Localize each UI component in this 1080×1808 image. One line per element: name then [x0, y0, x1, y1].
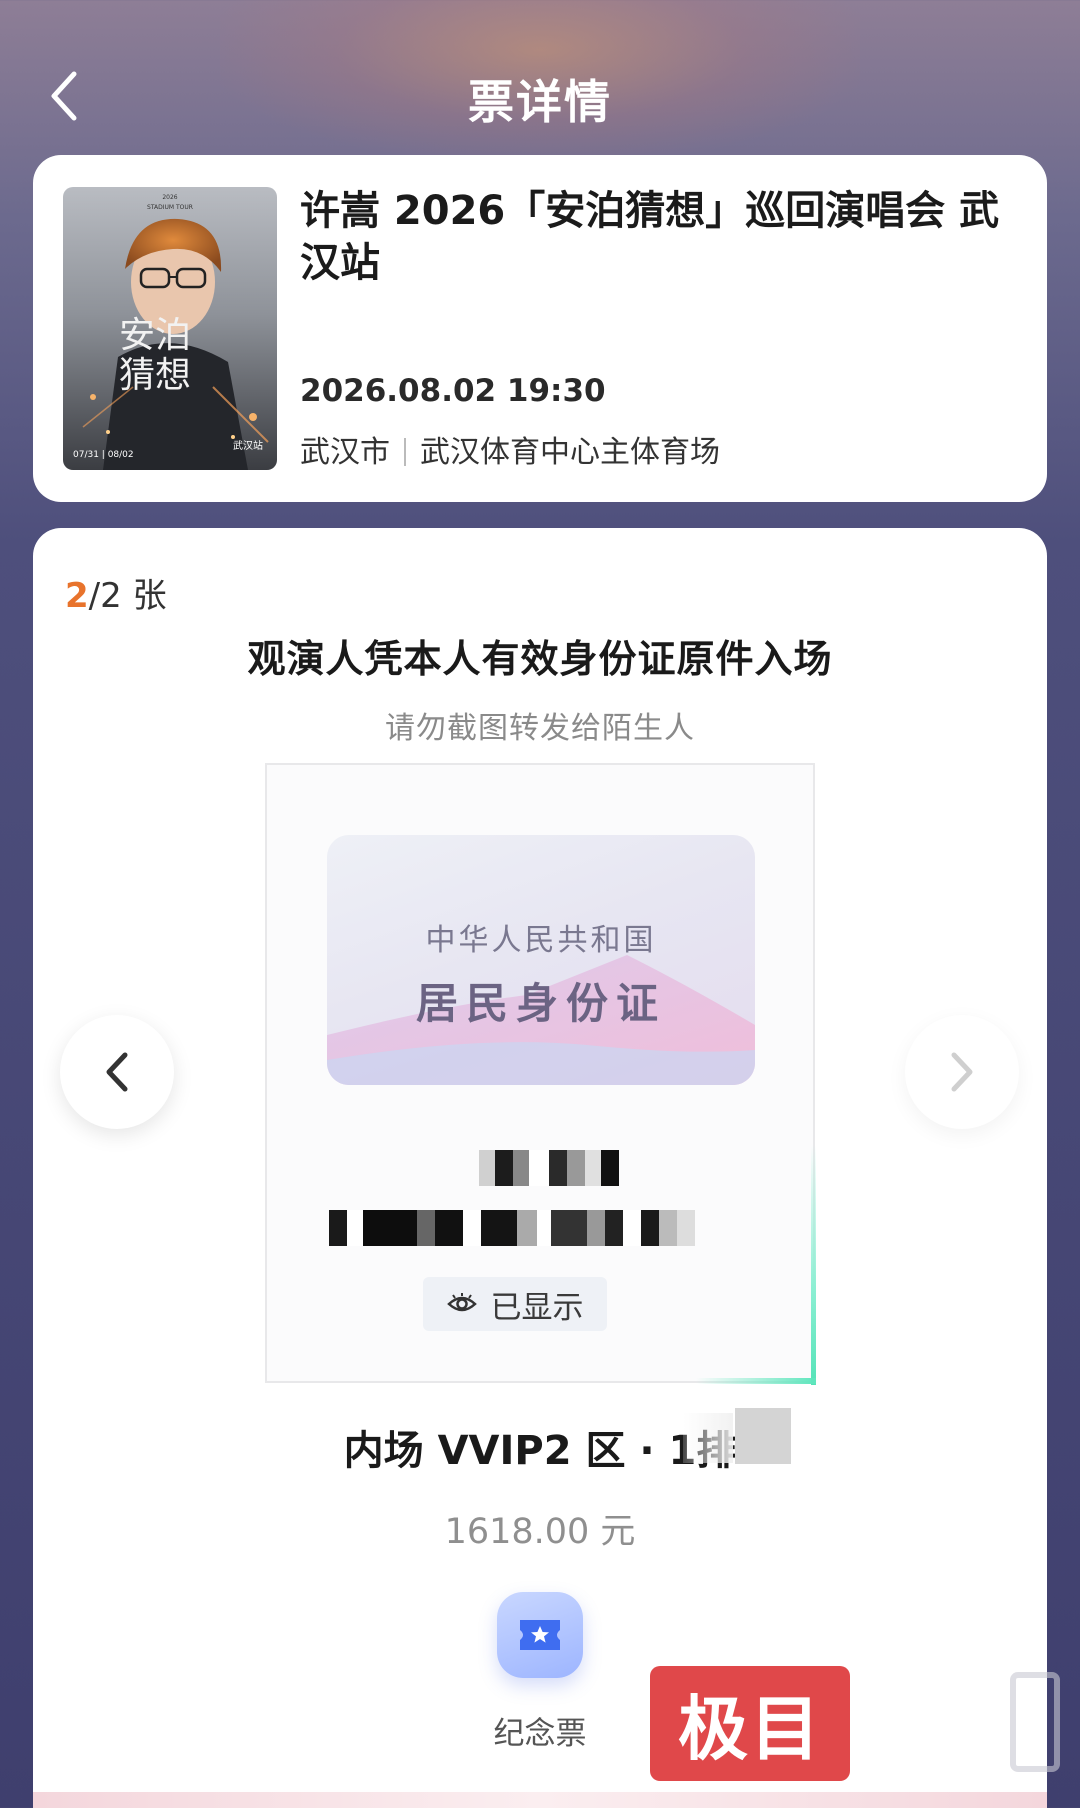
id-type-label: 居民身份证: [415, 979, 666, 1028]
masked-id-number: [329, 1210, 695, 1246]
ticket-price: 1618.00 元: [444, 1512, 636, 1552]
event-datetime: 2026.08.02 19:30: [300, 373, 606, 409]
bottom-banner-edge: [33, 1792, 1047, 1808]
shown-label: 已显示: [490, 1289, 584, 1326]
location-divider: [404, 438, 406, 466]
poster-title-line2: 猜想: [119, 355, 191, 396]
watermark-text: 极目: [678, 1688, 822, 1770]
poster-tour-label: STADIUM TOUR: [147, 204, 193, 211]
ticket-card: 2/2 张 观演人凭本人有效身份证原件入场 请勿截图转发给陌生人 中华人民共和国…: [33, 528, 1047, 1808]
overlay-ghost-icon: [1010, 1672, 1060, 1772]
entry-note: 观演人凭本人有效身份证原件入场: [247, 637, 833, 681]
id-card-graphic: 中华人民共和国 居民身份证: [327, 835, 755, 1085]
souvenir-ticket-label: 纪念票: [493, 1716, 587, 1752]
event-poster[interactable]: 2026 STADIUM TOUR 安泊 猜想 07/31 | 08/02 武汉…: [63, 187, 277, 470]
shown-toggle-button[interactable]: 已显示: [423, 1277, 607, 1331]
poster-dates: 07/31 | 08/02: [73, 450, 134, 460]
watermark-logo: 极目: [650, 1666, 850, 1781]
ticket-counter: 2/2 张: [65, 568, 167, 617]
ticket-current-index: 2: [65, 576, 89, 616]
seat-info: 内场 VVIP2 区 · 1排: [343, 1428, 737, 1474]
event-city: 武汉市: [300, 435, 390, 470]
previous-ticket-button[interactable]: [60, 1015, 174, 1129]
masked-holder-name: [479, 1150, 619, 1186]
ticket-star-icon: [520, 1620, 560, 1650]
poster-year: 2026: [162, 194, 177, 201]
scan-line-vertical: [811, 1145, 816, 1385]
chevron-left-icon: [106, 1052, 128, 1092]
seat-number-mask: [735, 1408, 791, 1464]
eye-icon: [446, 1293, 477, 1312]
next-ticket-button[interactable]: [905, 1015, 1019, 1129]
event-location: 武汉市 武汉体育中心主体育场: [300, 427, 720, 471]
ticket-count-suffix: /2 张: [88, 576, 167, 616]
screenshot-warning: 请勿截图转发给陌生人: [385, 711, 695, 746]
id-country-label: 中华人民共和国: [425, 923, 657, 958]
poster-station: 武汉站: [233, 439, 263, 452]
scan-line-horizontal: [696, 1378, 816, 1384]
seat-mask-fade: [683, 1413, 733, 1463]
event-venue: 武汉体育中心主体育场: [420, 435, 720, 470]
id-card-panel: 中华人民共和国 居民身份证 已显示: [265, 763, 816, 1385]
page-title: 票详情: [468, 75, 612, 129]
poster-title-line1: 安泊: [119, 315, 191, 356]
event-title: 许嵩 2026「安泊猜想」巡回演唱会 武汉站: [300, 188, 1000, 286]
souvenir-ticket-button[interactable]: [497, 1592, 583, 1678]
chevron-right-icon: [951, 1052, 973, 1092]
event-card[interactable]: 2026 STADIUM TOUR 安泊 猜想 07/31 | 08/02 武汉…: [33, 155, 1047, 502]
